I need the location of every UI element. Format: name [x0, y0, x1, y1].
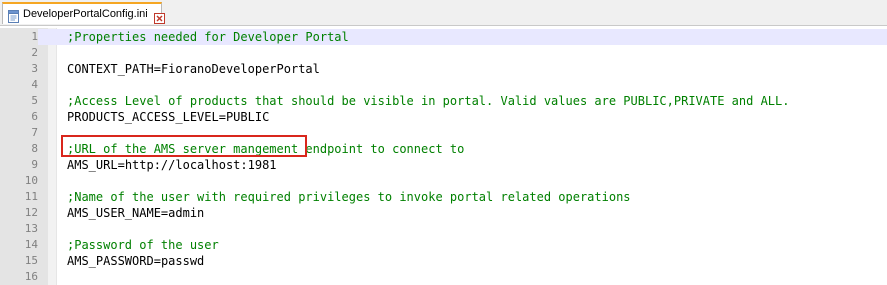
- line-number: 15: [24, 254, 38, 267]
- code-line[interactable]: 9 AMS_URL=http://localhost:1981: [0, 157, 887, 173]
- line-number: 11: [24, 190, 38, 203]
- setting-value: passwd: [160, 254, 205, 268]
- equals-sign: =: [153, 62, 161, 76]
- setting-value: admin: [168, 206, 205, 220]
- setting-key: PRODUCTS_ACCESS_LEVEL: [67, 110, 219, 124]
- code-line[interactable]: 16: [0, 269, 887, 285]
- key-value-text: PRODUCTS_ACCESS_LEVEL=PUBLIC: [67, 109, 269, 125]
- line-number: 10: [24, 174, 38, 187]
- line-number: 3: [31, 62, 38, 75]
- code-line[interactable]: 8 ;URL of the AMS server mangement endpoi…: [0, 141, 887, 157]
- code-line[interactable]: 11 ;Name of the user with required privil…: [0, 189, 887, 205]
- key-value-text: AMS_USER_NAME=admin: [67, 205, 204, 221]
- line-number: 6: [31, 110, 38, 123]
- equals-sign: =: [117, 158, 125, 172]
- key-value-text: AMS_URL=http://localhost:1981: [67, 157, 277, 173]
- code-area[interactable]: 1 ;Properties needed for Developer Portal…: [0, 28, 887, 285]
- line-number: 9: [31, 158, 38, 171]
- code-line[interactable]: 15 AMS_PASSWORD=passwd: [0, 253, 887, 269]
- equals-sign: =: [218, 110, 226, 124]
- text-lines: 1 ;Properties needed for Developer Portal…: [0, 29, 887, 285]
- line-number: 16: [24, 270, 38, 283]
- key-value-text: CONTEXT_PATH=FioranoDeveloperPortal: [67, 61, 320, 77]
- line-number: 4: [31, 78, 38, 91]
- line-number: 14: [24, 238, 38, 251]
- code-line[interactable]: 5 ;Access Level of products that should b…: [0, 93, 887, 109]
- code-line[interactable]: 13: [0, 221, 887, 237]
- tab-developer-portal-config[interactable]: DeveloperPortalConfig.ini: [2, 2, 165, 24]
- setting-key: CONTEXT_PATH: [67, 62, 154, 76]
- code-line[interactable]: 3 CONTEXT_PATH=FioranoDeveloperPortal: [0, 61, 887, 77]
- line-number: 5: [31, 94, 38, 107]
- line-number: 7: [31, 126, 38, 139]
- line-number: 1: [0, 29, 38, 45]
- notepadpp-editor: DeveloperPortalConfig.ini 1 ;Properties n…: [0, 0, 887, 285]
- ini-file-icon: [7, 8, 20, 23]
- line-number: 12: [24, 206, 38, 219]
- comment-text: ;URL of the AMS server mangement endpoin…: [67, 142, 465, 156]
- setting-key: AMS_URL: [67, 158, 118, 172]
- setting-key: AMS_USER_NAME: [67, 206, 161, 220]
- tab-bar: DeveloperPortalConfig.ini: [0, 0, 887, 26]
- comment-text: ;Access Level of products that should be…: [67, 94, 790, 108]
- code-line[interactable]: 12 AMS_USER_NAME=admin: [0, 205, 887, 221]
- key-value-text: AMS_PASSWORD=passwd: [67, 253, 204, 269]
- comment-text: ;Password of the user: [67, 238, 219, 252]
- line-number: 8: [31, 142, 38, 155]
- line-number: 13: [24, 222, 38, 235]
- comment-text: ;Name of the user with required privileg…: [67, 190, 631, 204]
- setting-value: http://localhost:1981: [124, 158, 277, 172]
- code-line[interactable]: 14 ;Password of the user: [0, 237, 887, 253]
- code-line[interactable]: 4: [0, 77, 887, 93]
- line-number: 2: [31, 46, 38, 59]
- code-line[interactable]: 1 ;Properties needed for Developer Portal: [0, 29, 887, 45]
- close-icon[interactable]: [153, 9, 165, 24]
- code-line[interactable]: 10: [0, 173, 887, 189]
- setting-value: PUBLIC: [225, 110, 270, 124]
- comment-text: ;Properties needed for Developer Portal: [67, 30, 349, 44]
- setting-value: FioranoDeveloperPortal: [160, 62, 320, 76]
- code-line[interactable]: 2: [0, 45, 887, 61]
- code-line[interactable]: 7: [0, 125, 887, 141]
- tab-title: DeveloperPortalConfig.ini: [23, 8, 148, 20]
- setting-key: AMS_PASSWORD: [67, 254, 154, 268]
- equals-sign: =: [153, 254, 161, 268]
- code-line[interactable]: 6 PRODUCTS_ACCESS_LEVEL=PUBLIC: [0, 109, 887, 125]
